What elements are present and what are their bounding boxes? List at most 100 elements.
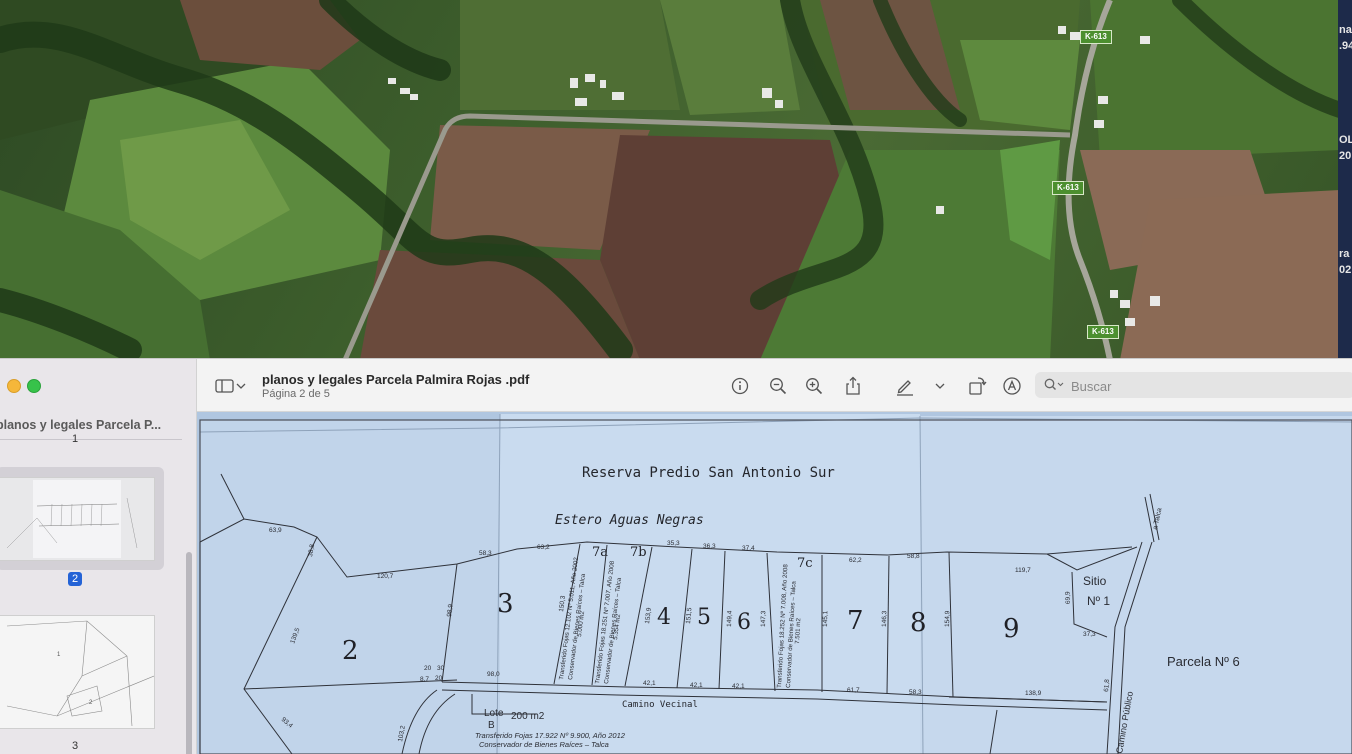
page-thumbnail-3[interactable]: 1 2: [0, 615, 155, 729]
dimension-label: 58,8: [907, 553, 920, 560]
markup-button[interactable]: [894, 375, 916, 397]
edge-text: 20: [1339, 150, 1352, 162]
parcel-number: 3: [497, 589, 514, 619]
search-input[interactable]: [1069, 372, 1343, 400]
rotate-icon: [969, 377, 987, 395]
thumbnail-sidebar: planos y legales Parcela P... 1 2 1 2 3: [0, 359, 197, 754]
search-field[interactable]: [1035, 372, 1352, 400]
preview-window: planos y legales Parcela P... 1 2 1 2 3 …: [0, 358, 1352, 754]
markup-pen-icon: [897, 380, 913, 396]
sidebar-toggle-icon: [215, 379, 234, 393]
zoom-in-icon: [806, 378, 823, 395]
sidebar-toggle-button[interactable]: [214, 375, 236, 397]
document-view[interactable]: Reserva Predio San Antonio Sur Estero Ag…: [197, 412, 1352, 754]
dimension-label: 61,8: [1103, 679, 1111, 693]
page-indicator: Página 2 de 5: [262, 388, 330, 400]
paper-panel: [200, 420, 500, 754]
thumbnail-page-badge-selected: 2: [68, 572, 83, 586]
zoom-in-button[interactable]: [803, 375, 825, 397]
thumbnail-page-number: 1: [72, 433, 79, 445]
zoom-button[interactable]: [27, 379, 41, 393]
document-title: planos y legales Parcela Palmira Rojas .…: [262, 372, 530, 387]
dimension-label: 35,3: [667, 540, 680, 547]
zoom-out-button[interactable]: [767, 375, 789, 397]
lote-label: Lote: [484, 708, 504, 719]
minimize-button[interactable]: [7, 379, 21, 393]
edge-text: na: [1339, 24, 1352, 36]
thumbnail-plan-preview: 1 2: [0, 616, 154, 728]
annotate-button[interactable]: [1001, 375, 1023, 397]
sidebar-divider: [0, 439, 182, 440]
dimension-label: 20: [435, 675, 443, 682]
chevron-down-icon: [236, 383, 246, 389]
dimension-label: 98,0: [487, 671, 500, 678]
dimension-label: 42,1: [732, 683, 745, 690]
dimension-label: 58,3: [909, 689, 922, 696]
dimension-label: 62,2: [849, 557, 862, 564]
dimension-label: 8,7: [420, 676, 429, 683]
annotate-icon: [1003, 377, 1021, 395]
parcel-number: 4: [657, 605, 671, 630]
sidebar-document-title: planos y legales Parcela P...: [0, 418, 162, 432]
page-thumbnail-2[interactable]: [0, 477, 155, 561]
rotate-button[interactable]: [966, 375, 988, 397]
parcel-number: 5: [697, 605, 711, 630]
dimension-label: 147,3: [760, 610, 767, 627]
search-icon: [1044, 378, 1064, 390]
background-window-edge: na .94 OL 20 ra 02: [1338, 0, 1352, 360]
road-badge: K-613: [1052, 181, 1084, 195]
dimension-label: 119,7: [1015, 567, 1031, 574]
dimension-label: 42,1: [690, 682, 703, 689]
dimension-label: 154,9: [944, 610, 951, 627]
info-button[interactable]: [729, 375, 751, 397]
share-button[interactable]: [842, 375, 864, 397]
note-line: 7.501 m2: [794, 617, 802, 644]
sidebar-options-button[interactable]: [235, 375, 247, 397]
paper-panel: [920, 416, 1352, 754]
sitio-number: Nº 1: [1087, 594, 1110, 608]
dimension-label: 63,2: [537, 544, 550, 551]
lote-area: 200 m2: [511, 711, 545, 722]
edge-text: ra: [1339, 248, 1350, 260]
stream-label: Estero Aguas Negras: [555, 513, 704, 528]
markup-options-button[interactable]: [933, 375, 947, 397]
camino-vecinal-label: Camino Vecinal: [622, 700, 698, 710]
dimension-label: 36,3: [703, 543, 716, 550]
subparcel-label: 7a: [592, 545, 608, 560]
dimension-label: 37,4: [742, 545, 755, 552]
dimension-label: 120,7: [377, 573, 394, 580]
edge-text: OL: [1339, 134, 1352, 146]
sitio-label: Sitio: [1083, 574, 1107, 588]
parcel-number: 2: [342, 636, 359, 666]
lote-letter: B: [488, 720, 495, 731]
satellite-map[interactable]: K-613 K-613 K-613 na .94 OL 20 ra 02: [0, 0, 1352, 360]
thumbnail-plan-preview: [0, 478, 154, 560]
info-icon: [731, 377, 749, 395]
survey-plan: Reserva Predio San Antonio Sur Estero Ag…: [199, 413, 1352, 754]
thumbnail-page-number: 3: [72, 740, 79, 752]
lote-note: Transferido Fojas 17.922 Nº 9.900, Año 2…: [475, 731, 626, 740]
parcel-number: 9: [1003, 614, 1020, 644]
dimension-label: 30: [437, 665, 445, 672]
dimension-label: 146,3: [881, 610, 888, 627]
edge-text: .94: [1339, 40, 1352, 52]
toolbar: planos y legales Parcela Palmira Rojas .…: [197, 359, 1352, 412]
parcela6-label: Parcela Nº 6: [1167, 654, 1240, 669]
dimension-label: 20: [424, 665, 432, 672]
dimension-label: 151,5: [685, 607, 693, 624]
edge-text: 02: [1339, 264, 1352, 276]
chevron-down-icon: [935, 383, 945, 389]
dimension-label: 61,7: [847, 687, 860, 694]
parcel-number: 6: [737, 610, 751, 635]
dimension-label: 58,3: [479, 550, 492, 557]
subparcel-label: 7c: [797, 556, 813, 571]
share-icon: [846, 376, 860, 395]
road-badge: K-613: [1087, 325, 1119, 339]
dimension-label: 63,9: [269, 527, 282, 534]
sidebar-scrollbar[interactable]: [186, 552, 192, 754]
dimension-label: 145,1: [822, 610, 829, 627]
satellite-imagery: [0, 0, 1348, 360]
plan-title: Reserva Predio San Antonio Sur: [582, 465, 835, 481]
parcel-number: 7: [847, 606, 864, 636]
lote-note: Conservador de Bienes Raíces – Talca: [479, 740, 609, 749]
